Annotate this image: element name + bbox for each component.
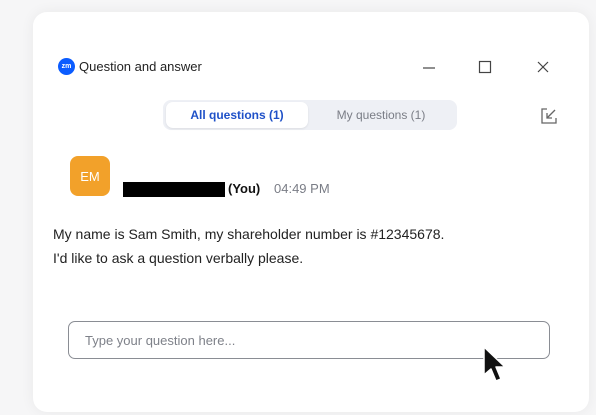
popout-button[interactable] xyxy=(538,105,560,127)
maximize-button[interactable] xyxy=(472,54,498,80)
question-text-line-1: My name is Sam Smith, my shareholder num… xyxy=(53,226,445,242)
title-bar: zm Question and answer xyxy=(58,58,202,75)
close-button[interactable] xyxy=(530,54,556,80)
tab-my-questions[interactable]: My questions (1) xyxy=(308,102,454,128)
mouse-pointer-icon xyxy=(483,346,506,382)
window-title: Question and answer xyxy=(79,59,202,74)
popout-icon xyxy=(541,108,557,124)
question-text-line-2: I'd like to ask a question verbally plea… xyxy=(53,250,304,266)
question-input[interactable] xyxy=(68,321,550,359)
question-text: My name is Sam Smith, my shareholder num… xyxy=(53,222,553,270)
redacted-username xyxy=(123,182,225,197)
tab-all-questions[interactable]: All questions (1) xyxy=(166,102,308,128)
zoom-logo-icon: zm xyxy=(58,58,75,75)
minimize-button[interactable] xyxy=(416,54,442,80)
minimize-icon xyxy=(423,67,435,69)
you-label: (You) xyxy=(228,181,261,196)
close-icon xyxy=(537,61,549,73)
question-tabs: All questions (1) My questions (1) xyxy=(163,100,457,130)
question-timestamp: 04:49 PM xyxy=(274,181,330,196)
avatar: EM xyxy=(70,156,110,196)
maximize-icon xyxy=(478,60,492,74)
